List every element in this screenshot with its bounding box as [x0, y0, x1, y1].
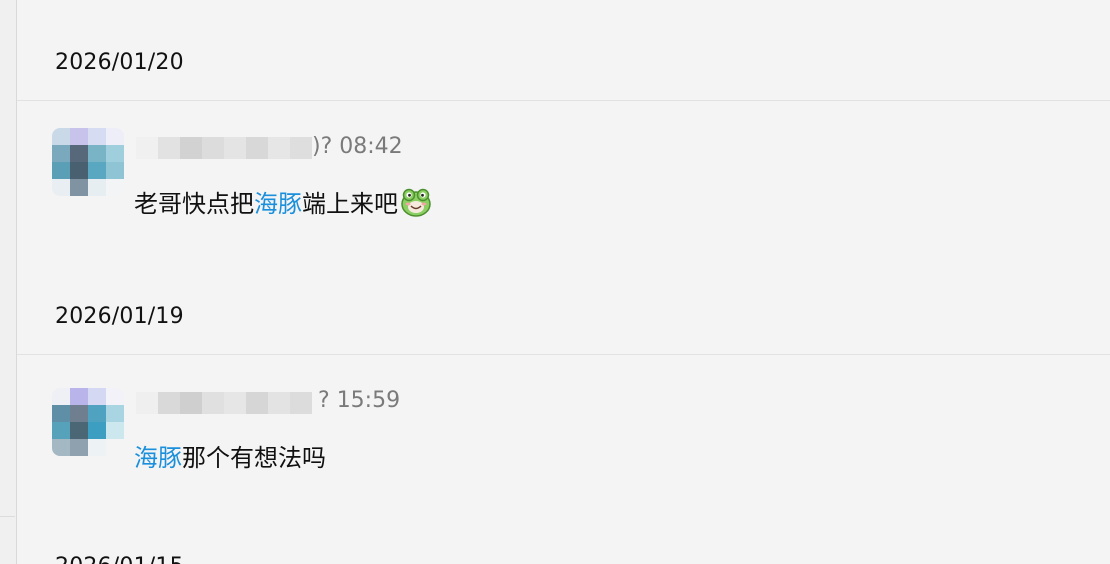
date-header: 2026/01/19 — [55, 304, 184, 329]
rail-divider — [0, 516, 15, 517]
frog-emoji-icon — [400, 187, 432, 217]
date-header: 2026/01/20 — [55, 50, 184, 75]
message-meta: )? 08:42 — [312, 134, 403, 159]
message-text-after: 那个有想法吗 — [182, 444, 326, 472]
message-text: 老哥快点把海豚端上来吧 — [134, 184, 432, 219]
sender-suffix: ? — [318, 388, 330, 413]
sender-suffix: )? — [312, 134, 333, 159]
date-divider — [17, 100, 1110, 101]
sender-name-redacted[interactable] — [136, 137, 312, 159]
avatar[interactable] — [52, 128, 124, 196]
left-rail — [0, 0, 17, 564]
sender-name-redacted[interactable] — [136, 392, 312, 414]
mention-link[interactable]: 海豚 — [134, 444, 182, 472]
message-time: 08:42 — [339, 134, 403, 159]
message-text-before: 老哥快点把 — [134, 190, 254, 218]
message-text-after: 端上来吧 — [302, 190, 398, 218]
message-text: 海豚那个有想法吗 — [134, 438, 326, 473]
chat-history-panel: 2026/01/20 )? 08:42 老哥快点把海豚端上来吧 2026/01/… — [0, 0, 1110, 564]
message-time: 15:59 — [336, 388, 401, 413]
date-header: 2026/01/15 — [55, 554, 184, 564]
mention-link[interactable]: 海豚 — [254, 190, 302, 218]
avatar[interactable] — [52, 388, 124, 456]
message-meta: ? 15:59 — [318, 388, 400, 413]
date-divider — [17, 354, 1110, 355]
